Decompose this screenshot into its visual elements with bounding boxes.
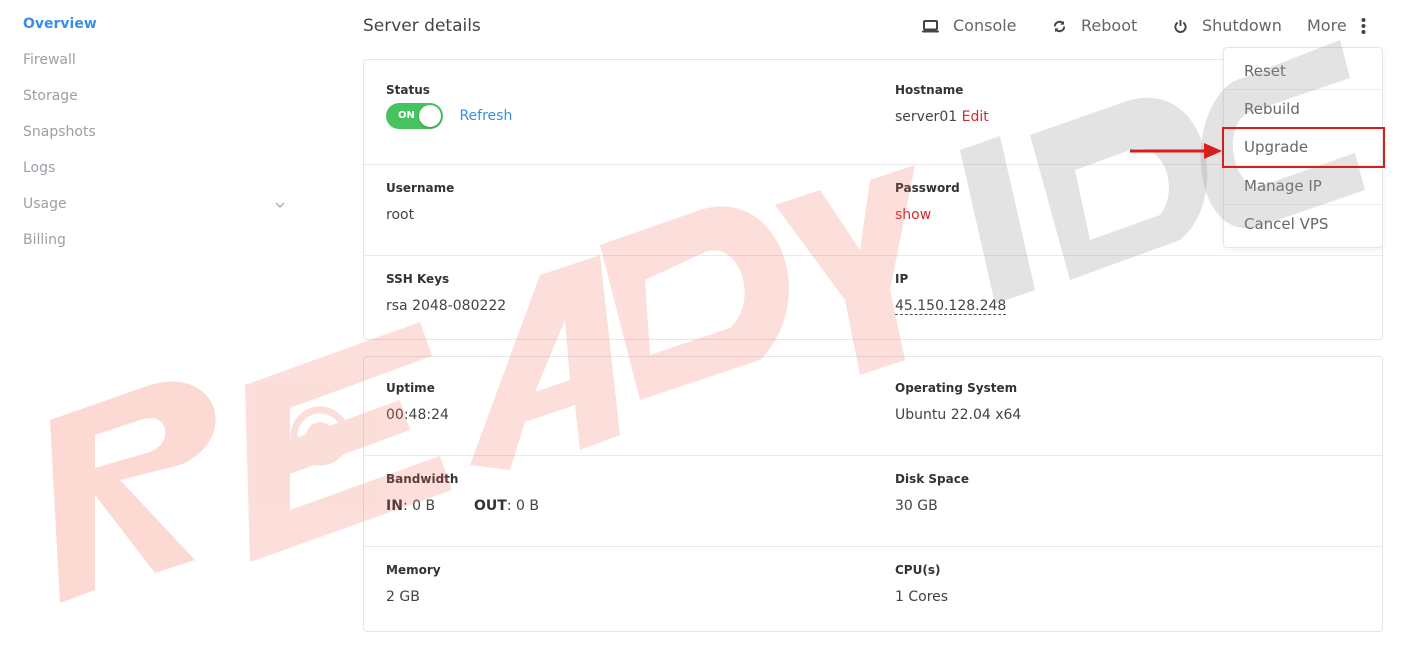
disk-value: 30 GB bbox=[895, 498, 938, 514]
bandwidth-out-label: OUT bbox=[473, 498, 507, 514]
cpu-value: 1 Cores bbox=[895, 589, 949, 605]
password-label: Password bbox=[895, 181, 960, 195]
os-value: Ubuntu 22.04 x64 bbox=[895, 407, 1022, 423]
reboot-label: Reboot bbox=[1081, 16, 1138, 35]
shutdown-label: Shutdown bbox=[1202, 16, 1282, 35]
more-label: More bbox=[1307, 16, 1347, 35]
memory-label: Memory bbox=[386, 563, 441, 577]
sidebar-item-billing[interactable]: Billing bbox=[23, 230, 66, 250]
bandwidth-field: Bandwidth IN: 0 B OUT: 0 B bbox=[386, 470, 539, 516]
details-row: Bandwidth IN: 0 B OUT: 0 B Disk Space 30… bbox=[364, 456, 1382, 547]
status-field: Status ON Refresh bbox=[386, 81, 512, 129]
hostname-value: server01 bbox=[895, 109, 958, 125]
pointer-arrow-icon bbox=[1130, 143, 1222, 159]
menu-item-cancel-vps[interactable]: Cancel VPS bbox=[1224, 205, 1382, 243]
edit-hostname-link[interactable]: Edit bbox=[962, 109, 989, 125]
refresh-link[interactable]: Refresh bbox=[459, 106, 512, 126]
uptime-field: Uptime 00:48:24 bbox=[386, 379, 449, 425]
username-field: Username root bbox=[386, 179, 454, 225]
menu-item-upgrade[interactable]: Upgrade bbox=[1224, 128, 1382, 166]
sidebar-item-logs[interactable]: Logs bbox=[23, 158, 55, 178]
more-dropdown-menu: Reset Rebuild Upgrade Manage IP Cancel V… bbox=[1223, 47, 1383, 248]
refresh-icon bbox=[1053, 20, 1066, 32]
toggle-knob bbox=[419, 105, 441, 127]
show-password-link[interactable]: show bbox=[895, 205, 960, 225]
menu-item-reset[interactable]: Reset bbox=[1224, 52, 1382, 90]
disk-field: Disk Space 30 GB bbox=[895, 470, 969, 516]
ip-label: IP bbox=[895, 272, 909, 286]
menu-item-manage-ip[interactable]: Manage IP bbox=[1224, 167, 1382, 205]
os-label: Operating System bbox=[895, 381, 1018, 395]
chevron-down-icon[interactable] bbox=[274, 199, 286, 211]
details-row: SSH Keys rsa 2048-080222 IP 45.150.128.2… bbox=[364, 256, 1382, 340]
sidebar-item-storage[interactable]: Storage bbox=[23, 86, 78, 106]
laptop-icon bbox=[922, 19, 939, 32]
username-label: Username bbox=[386, 181, 455, 195]
cpu-field: CPU(s) 1 Cores bbox=[895, 561, 948, 607]
bandwidth-in-value: : 0 B bbox=[402, 498, 436, 514]
toggle-text: ON bbox=[398, 110, 415, 121]
status-toggle[interactable]: ON bbox=[386, 103, 443, 129]
resources-card: Uptime 00:48:24 Operating System Ubuntu … bbox=[363, 356, 1383, 632]
console-label: Console bbox=[953, 16, 1017, 35]
sidebar-item-overview[interactable]: Overview bbox=[23, 14, 97, 34]
memory-value: 2 GB bbox=[386, 589, 420, 605]
reboot-button[interactable]: Reboot bbox=[1052, 14, 1137, 38]
details-row: Memory 2 GB CPU(s) 1 Cores bbox=[364, 547, 1382, 631]
power-icon bbox=[1174, 19, 1187, 33]
kebab-menu-icon bbox=[1361, 18, 1366, 34]
uptime-label: Uptime bbox=[386, 381, 435, 395]
more-button[interactable]: More bbox=[1307, 14, 1366, 38]
username-value: root bbox=[386, 207, 415, 223]
uptime-value: 00:48:24 bbox=[386, 407, 449, 423]
disk-label: Disk Space bbox=[895, 472, 969, 486]
hostname-field: Hostname server01 Edit bbox=[895, 81, 989, 127]
sidebar-item-firewall[interactable]: Firewall bbox=[23, 50, 76, 70]
hostname-label: Hostname bbox=[895, 83, 964, 97]
shutdown-button[interactable]: Shutdown bbox=[1173, 14, 1282, 38]
ip-field: IP 45.150.128.248 bbox=[895, 270, 1007, 316]
bandwidth-out-value: : 0 B bbox=[506, 498, 539, 514]
memory-field: Memory 2 GB bbox=[386, 561, 441, 607]
sidebar-item-snapshots[interactable]: Snapshots bbox=[23, 122, 96, 142]
details-row: Uptime 00:48:24 Operating System Ubuntu … bbox=[364, 357, 1382, 456]
bandwidth-label: Bandwidth bbox=[386, 472, 459, 486]
cpu-label: CPU(s) bbox=[895, 563, 941, 577]
ip-value[interactable]: 45.150.128.248 bbox=[895, 298, 1007, 315]
sidebar: Overview Firewall Storage Snapshots Logs… bbox=[0, 0, 300, 650]
page-title: Server details bbox=[363, 16, 481, 36]
console-button[interactable]: Console bbox=[922, 14, 1017, 38]
os-field: Operating System Ubuntu 22.04 x64 bbox=[895, 379, 1021, 425]
ssh-keys-field: SSH Keys rsa 2048-080222 bbox=[386, 270, 506, 316]
ssh-keys-value: rsa 2048-080222 bbox=[386, 298, 507, 314]
sidebar-item-usage[interactable]: Usage bbox=[23, 194, 67, 214]
menu-item-rebuild[interactable]: Rebuild bbox=[1224, 90, 1382, 128]
status-label: Status bbox=[386, 83, 430, 97]
bandwidth-in-label: IN bbox=[386, 498, 403, 514]
ssh-keys-label: SSH Keys bbox=[386, 272, 450, 286]
password-field: Password show bbox=[895, 179, 960, 225]
